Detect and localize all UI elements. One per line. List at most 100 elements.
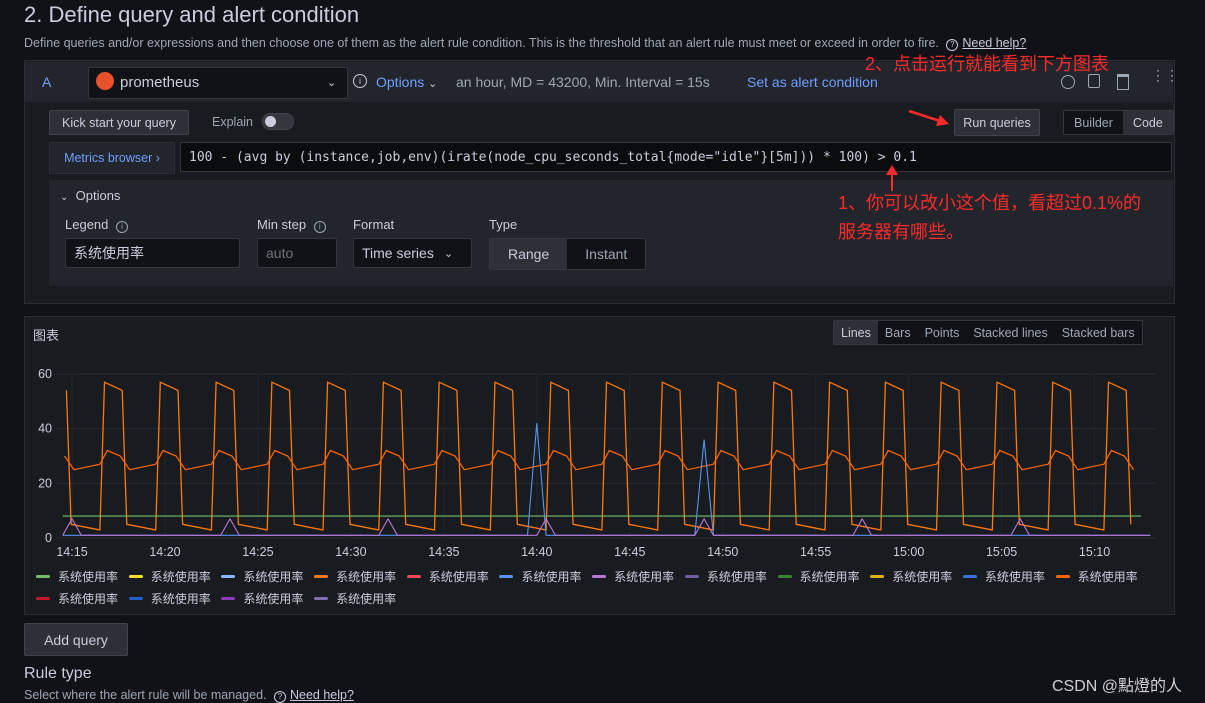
help-icon: ? — [946, 39, 959, 51]
chart-legend: 系统使用率 系统使用率 系统使用率 系统使用率 系统使用率 系统使用率 系统使用率 系统使用率… — [36, 565, 1176, 609]
section-description: Define queries and/or expressions and th… — [24, 36, 1026, 51]
legend-item[interactable]: 系统使用率 — [314, 565, 407, 587]
section-description-text: Define queries and/or expressions and th… — [24, 36, 939, 50]
legend-label: 系统使用率 — [150, 591, 211, 606]
view-points[interactable]: Points — [918, 321, 967, 344]
format-value: Time series — [362, 245, 434, 261]
x-tick-label: 14:15 — [56, 545, 87, 559]
min-step-label-text: Min step — [257, 217, 307, 232]
view-stacked-bars[interactable]: Stacked bars — [1055, 321, 1142, 344]
annotation-run: 2、点击运行就能看到下方图表 — [865, 54, 1110, 74]
series-line — [65, 381, 1132, 531]
prometheus-icon — [96, 72, 114, 90]
y-tick-label: 40 — [38, 422, 52, 436]
x-tick-label: 14:20 — [149, 545, 180, 559]
annotation-value-line1: 1、你可以改小这个值，看超过0.1%的 — [838, 193, 1142, 213]
chevron-right-icon: › — [155, 151, 160, 165]
x-tick-label: 14:25 — [242, 545, 273, 559]
need-help-link[interactable]: Need help? — [962, 36, 1026, 50]
legend-label: 系统使用率 — [521, 569, 582, 584]
legend-label-text: Legend — [65, 217, 109, 232]
legend-item[interactable]: 系统使用率 — [128, 565, 222, 587]
kick-start-query-button[interactable]: Kick start your query — [49, 110, 189, 135]
legend-item[interactable]: 系统使用率 — [36, 565, 129, 587]
type-range-option[interactable]: Range — [490, 239, 568, 269]
view-lines[interactable]: Lines — [834, 321, 878, 344]
annotation-arrow-run — [908, 109, 949, 126]
legend-swatch — [592, 574, 607, 578]
legend-label: 系统使用率 — [428, 569, 489, 584]
legend-label: 系统使用率 — [892, 569, 953, 584]
legend-label: 系统使用率 — [336, 569, 397, 584]
legend-label: 系统使用率 — [984, 569, 1045, 584]
legend-item[interactable]: 系统使用率 — [592, 565, 685, 587]
query-expression-editor[interactable]: 100 - (avg by (instance,job,env)(irate(n… — [180, 142, 1172, 172]
watermark: CSDN @點燈的人 — [1052, 678, 1183, 695]
y-tick-label: 20 — [38, 476, 52, 490]
info-icon: i — [313, 221, 326, 233]
legend-swatch — [406, 574, 421, 578]
format-label: Format — [353, 217, 395, 232]
view-mode-switch: Lines Bars Points Stacked lines Stacked … — [833, 320, 1143, 345]
query-ref-id[interactable]: A — [42, 74, 51, 90]
chevron-down-icon: ⌄ — [60, 192, 69, 203]
legend-item[interactable]: 系统使用率 — [406, 565, 500, 587]
y-tick-label: 0 — [45, 531, 52, 545]
min-step-input[interactable]: auto — [257, 238, 337, 268]
rule-type-help-link[interactable]: Need help? — [290, 688, 354, 702]
legend-item[interactable]: 系统使用率 — [962, 565, 1056, 587]
legend-swatch — [128, 574, 143, 578]
legend-item[interactable]: 系统使用率 — [36, 587, 129, 609]
timeseries-chart[interactable]: 0 20 40 60 14:15 14:20 14:25 14:30 14:35 14:40 14:… — [30, 360, 1165, 565]
type-label: Type — [489, 217, 518, 232]
legend-swatch — [314, 574, 329, 578]
legend-item[interactable]: 系统使用率 — [499, 565, 592, 587]
legend-swatch — [870, 574, 885, 578]
legend-swatch — [499, 574, 514, 578]
series-line — [62, 517, 1151, 536]
legend-item[interactable]: 系统使用率 — [314, 587, 407, 609]
view-bars[interactable]: Bars — [878, 321, 918, 344]
drag-handle-icon[interactable]: ⋮⋮ — [1151, 68, 1179, 82]
x-tick-label: 14:45 — [614, 545, 645, 559]
explain-toggle[interactable] — [262, 113, 294, 130]
trash-icon[interactable] — [1117, 74, 1129, 90]
metrics-browser-button[interactable]: Metrics browser › — [49, 142, 175, 174]
section-title: 2. Define query and alert condition — [24, 2, 360, 27]
legend-input[interactable]: 系统使用率 — [65, 238, 240, 268]
legend-item[interactable]: 系统使用率 — [777, 565, 871, 587]
series-line — [62, 423, 1151, 536]
legend-item[interactable]: 系统使用率 — [221, 587, 314, 609]
query-options-label: Options — [376, 74, 425, 90]
datasource-name: prometheus — [120, 74, 200, 91]
legend-label: 系统使用率 — [58, 591, 119, 606]
min-step-label: Min step i — [257, 217, 330, 233]
legend-swatch — [36, 574, 50, 578]
query-options-toggle[interactable]: Options ⌄ — [376, 74, 437, 90]
legend-item[interactable]: 系统使用率 — [221, 565, 314, 587]
legend-item[interactable]: 系统使用率 — [1055, 565, 1149, 587]
type-instant-option[interactable]: Instant — [567, 239, 645, 269]
y-tick-label: 60 — [38, 367, 52, 381]
graph-title: 图表 — [33, 328, 60, 343]
add-query-button[interactable]: Add query — [24, 623, 128, 656]
x-tick-label: 14:30 — [335, 545, 366, 559]
x-tick-label: 14:55 — [800, 545, 831, 559]
legend-swatch — [36, 596, 50, 600]
explain-label: Explain — [212, 115, 253, 129]
options-collapse-toggle[interactable]: ⌄ Options — [60, 188, 120, 203]
legend-label: 系统使用率 — [1077, 569, 1138, 584]
legend-swatch — [777, 574, 792, 578]
legend-item[interactable]: 系统使用率 — [128, 587, 222, 609]
view-stacked-lines[interactable]: Stacked lines — [966, 321, 1054, 344]
legend-item[interactable]: 系统使用率 — [684, 565, 778, 587]
code-mode-tab[interactable]: Code — [1122, 111, 1173, 134]
legend-swatch — [221, 596, 236, 600]
builder-mode-tab[interactable]: Builder — [1064, 111, 1123, 134]
legend-item[interactable]: 系统使用率 — [870, 565, 963, 587]
format-select[interactable]: Time series ⌄ — [353, 238, 472, 268]
run-queries-button[interactable]: Run queries — [954, 109, 1040, 136]
legend-label: 系统使用率 — [243, 569, 304, 584]
annotation-arrow-value — [886, 165, 898, 191]
set-alert-condition-button[interactable]: Set as alert condition — [747, 74, 878, 90]
